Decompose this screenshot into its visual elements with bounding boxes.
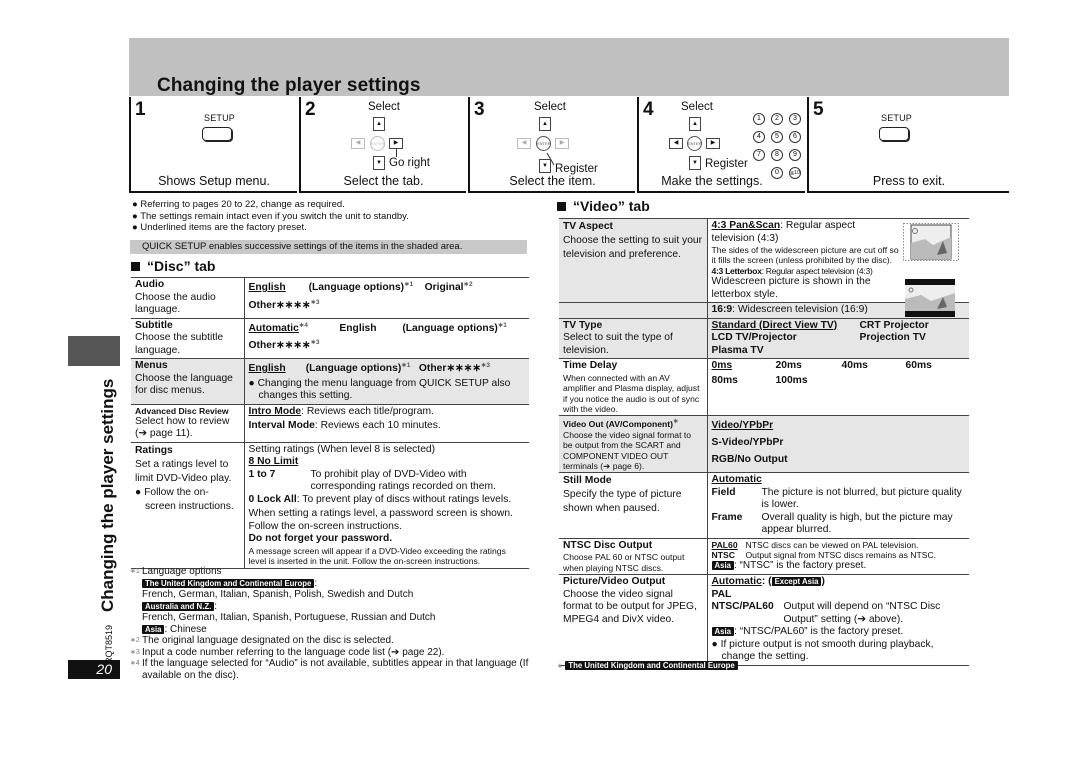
step-1: 1 SETUP Shows Setup menu. [129, 97, 297, 193]
select-label: Select [534, 101, 566, 113]
left-arrow-key-icon: ◀ [517, 138, 531, 149]
right-arrow-key-icon: ▶ [555, 138, 569, 149]
footnote-3: ∗3 Input a code number referring to the l… [130, 646, 445, 658]
left-arrow-key-icon: ◀ [351, 138, 365, 149]
setup-label: SETUP [204, 113, 236, 123]
disc-footnotes: ∗1 Language options The United Kingdom a… [130, 566, 550, 681]
number-key-5-icon: 5 [771, 131, 783, 143]
letterbox-picture-icon [905, 279, 955, 317]
number-key-3-icon: 3 [789, 113, 801, 125]
step-number: 1 [135, 99, 146, 120]
table-row-ntsc-disc-output: NTSC Disc Output Choose PAL 60 or NTSC ou… [559, 538, 969, 576]
go-right-label: Go right [389, 157, 430, 169]
number-key-9-icon: 9 [789, 149, 801, 161]
footnote-1: ∗1 Language options The United Kingdom a… [130, 566, 436, 635]
step-caption: Press to exit. [872, 174, 946, 188]
document-code: RQT8519 [104, 624, 114, 664]
video-tab-heading: “Video” tab [557, 198, 650, 214]
step-3: 3 Select ▲ ◀ ENTER ▶ ▼ Register Select t… [468, 97, 635, 193]
page-number: 20 [68, 660, 120, 679]
table-row-tv-aspect: TV Aspect Choose the setting to suit your… [559, 217, 969, 317]
number-key-4-icon: 4 [753, 131, 765, 143]
disc-settings-table: Audio Choose the audio language. English … [131, 277, 529, 569]
table-row-ratings: Ratings Set a ratings level to limit DVD-… [131, 442, 529, 569]
bullet-item: ● The settings remain intact even if you… [132, 210, 409, 222]
side-title: Changing the player settings [98, 378, 117, 612]
steps-strip: 1 SETUP Shows Setup menu. 2 Select ▲ ◀ E… [129, 97, 1009, 193]
number-key-2-icon: 2 [771, 113, 783, 125]
number-key-10-icon: ≧10 [789, 167, 801, 179]
register-label: Register [705, 158, 748, 170]
step-2: 2 Select ▲ ◀ ENTER ▶ ▼ Go right Select t… [299, 97, 466, 193]
region-tag-uk-europe: The United Kingdom and Continental Europ… [142, 578, 315, 588]
table-row-menus: Menus Choose the language for disc menus.… [131, 358, 529, 405]
table-row-still-mode: Still Mode Specify the type of picture sh… [559, 472, 969, 539]
enter-button-icon: ENTER [370, 136, 385, 151]
region-tag-asia: Asia [142, 624, 165, 634]
setup-button-icon [202, 127, 232, 141]
step-caption: Shows Setup menu. [158, 174, 270, 188]
setup-button-icon [879, 127, 909, 141]
up-arrow-key-icon: ▲ [689, 117, 701, 131]
square-bullet-icon [557, 202, 566, 211]
step-number: 2 [305, 99, 316, 120]
up-arrow-key-icon: ▲ [373, 117, 385, 131]
region-tag-uk-europe: The United Kingdom and Continental Europ… [565, 661, 738, 670]
page-title: Changing the player settings [157, 75, 421, 96]
table-row-tv-type: TV Type Select to suit the type of televi… [559, 318, 969, 360]
down-arrow-key-icon: ▼ [689, 156, 701, 170]
setup-label: SETUP [881, 113, 913, 123]
table-row-video-out: Video Out (AV/Component)∗ Choose the vide… [559, 415, 969, 474]
down-arrow-key-icon: ▼ [539, 159, 551, 173]
step-caption: Select the tab. [343, 174, 424, 188]
video-footnote: ∗ The United Kingdom and Continental Eur… [557, 660, 738, 670]
table-row-time-delay: Time Delay When connected with an AV ampl… [559, 358, 969, 417]
select-label: Select [368, 101, 400, 113]
step-5: 5 SETUP Press to exit. [807, 97, 1009, 193]
step-caption: Select the item. [509, 174, 596, 188]
right-arrow-key-icon: ▶ [706, 138, 720, 149]
intro-bullets: ● Referring to pages 20 to 22, change as… [132, 199, 409, 234]
video-settings-table: TV Aspect Choose the setting to suit your… [559, 217, 969, 666]
step-number: 3 [474, 99, 485, 120]
enter-button-icon: ENTER [536, 136, 551, 151]
table-row-subtitle: Subtitle Choose the subtitle language. Au… [131, 318, 529, 359]
region-tag-asia: Asia [711, 560, 734, 570]
number-key-7-icon: 7 [753, 149, 765, 161]
step-caption: Make the settings. [661, 174, 763, 188]
table-row-audio: Audio Choose the audio language. English … [131, 277, 529, 319]
right-arrow-key-icon: ▶ [389, 138, 403, 149]
quick-setup-note: QUICK SETUP enables successive settings … [130, 240, 527, 254]
region-tag-australia: Australia and N.Z. [142, 601, 215, 611]
bullet-item: ● Underlined items are the factory prese… [132, 222, 307, 233]
table-row-advanced-disc-review: Advanced Disc Review Select how to review… [131, 404, 529, 443]
step-4: 4 Select ▲ ◀ ENTER ▶ ▼ Register 1 2 3 4 … [637, 97, 805, 193]
side-tab-marker [68, 336, 120, 366]
bullet-item: ● Referring to pages 20 to 22, change as… [132, 199, 345, 210]
table-row-picture-video-output: Picture/Video Output Choose the video sig… [559, 574, 969, 666]
step-number: 5 [813, 99, 824, 120]
footnote-4: ∗4 If the language selected for “Audio” i… [130, 658, 529, 681]
number-key-6-icon: 6 [789, 131, 801, 143]
select-label: Select [681, 101, 713, 113]
step-number: 4 [643, 99, 654, 120]
pan-scan-picture-icon [903, 223, 959, 261]
square-bullet-icon [131, 262, 140, 271]
enter-button-icon: ENTER [687, 136, 702, 151]
left-arrow-key-icon: ◀ [669, 138, 683, 149]
down-arrow-key-icon: ▼ [373, 156, 385, 170]
footnote-2: ∗2 The original language designated on th… [130, 635, 394, 646]
disc-tab-heading: “Disc” tab [131, 258, 215, 274]
number-key-8-icon: 8 [771, 149, 783, 161]
region-tag-except-asia: Except Asia [771, 577, 822, 587]
number-key-1-icon: 1 [753, 113, 765, 125]
region-tag-asia: Asia [711, 627, 734, 637]
up-arrow-key-icon: ▲ [539, 117, 551, 131]
